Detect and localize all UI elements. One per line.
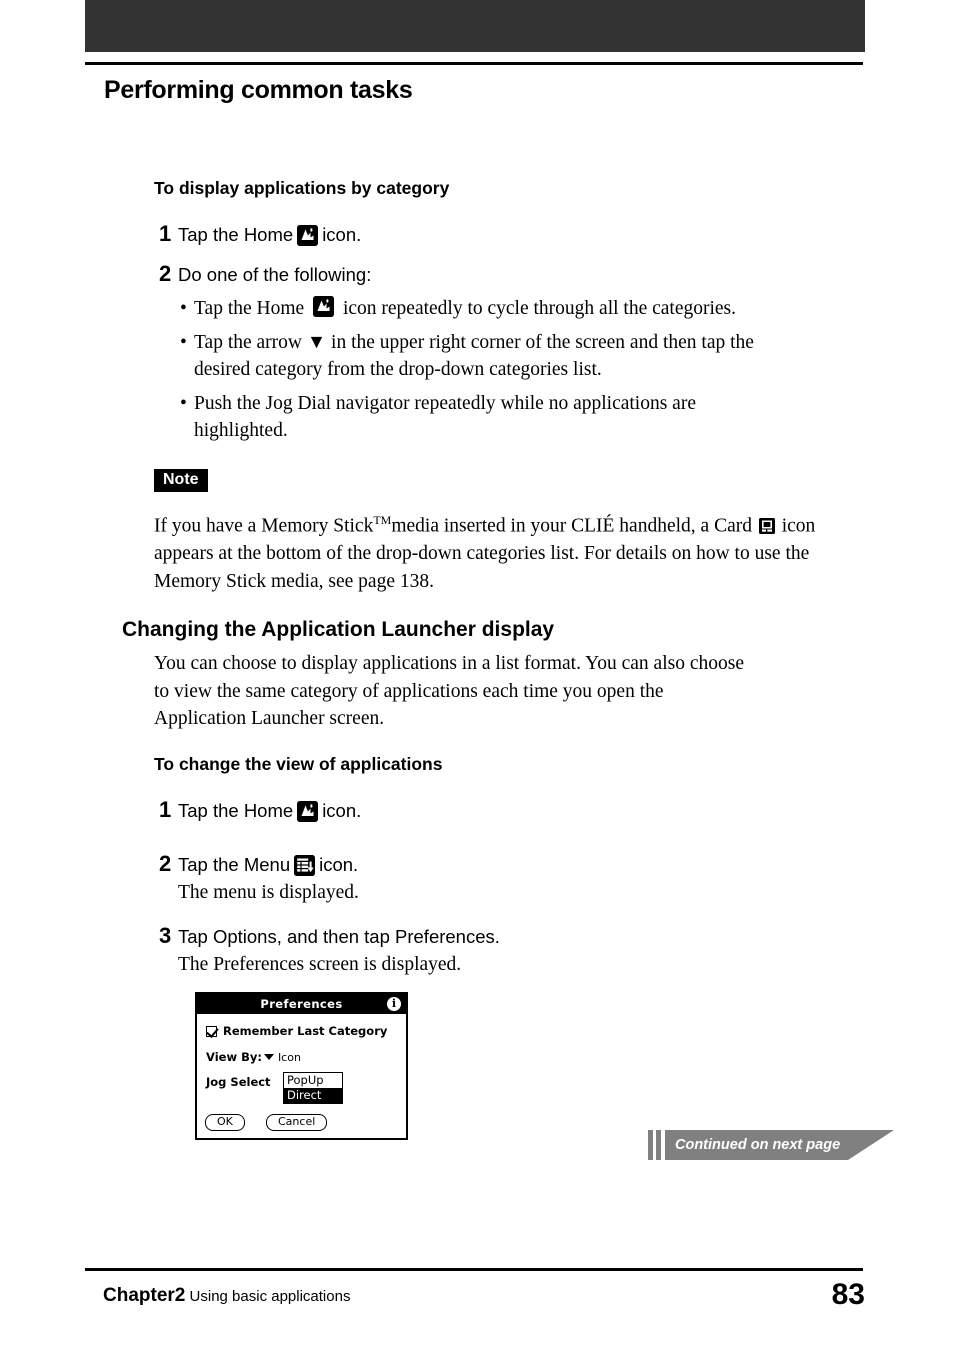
bullet-text-line-1: Push the Jog Dial navigator repeatedly w… bbox=[194, 393, 696, 414]
view-by-label: View By: bbox=[206, 1050, 262, 1064]
home-icon bbox=[297, 224, 319, 246]
home-icon bbox=[313, 296, 335, 317]
chevron-down-icon[interactable] bbox=[263, 1054, 274, 1060]
step-text-after: icon. bbox=[322, 800, 362, 821]
jog-select-row: Jog Select bbox=[206, 1075, 271, 1089]
page-title: Performing common tasks bbox=[104, 76, 413, 104]
step-3-result: The Preferences screen is displayed. bbox=[178, 954, 462, 975]
bullet-item-2: • Tap the arrow ▼ in the upper right cor… bbox=[180, 329, 880, 383]
trademark-symbol: TM bbox=[373, 513, 392, 527]
step-3-change-view: 3 Tap Options, and then tap Preferences. bbox=[159, 923, 500, 949]
step-text-after: icon. bbox=[322, 224, 362, 245]
section2-paragraph: You can choose to display applications i… bbox=[154, 650, 854, 733]
bullet-item-3: • Push the Jog Dial navigator repeatedly… bbox=[180, 390, 880, 444]
bullet-dot: • bbox=[180, 298, 187, 319]
jog-select-label: Jog Select bbox=[206, 1075, 271, 1089]
info-icon[interactable]: i bbox=[387, 997, 401, 1011]
banner-bar-2 bbox=[656, 1130, 661, 1160]
paragraph-line-2: to view the same category of application… bbox=[154, 680, 664, 702]
step-text-before: Tap the Home bbox=[178, 800, 294, 821]
note-body: If you have a Memory StickTMmedia insert… bbox=[154, 507, 854, 595]
subheading-change-view: To change the view of applications bbox=[154, 754, 443, 774]
step-text-before: Tap the Menu bbox=[178, 854, 291, 875]
note-line-3: Memory Stick media, see page 138. bbox=[154, 570, 434, 592]
popup-option-direct[interactable]: Direct bbox=[284, 1088, 342, 1103]
step-2-result: The menu is displayed. bbox=[178, 882, 359, 903]
paragraph-line-3: Application Launcher screen. bbox=[154, 708, 385, 729]
note-label: Note bbox=[154, 469, 208, 492]
continued-on-next-page-banner: Continued on next page bbox=[648, 1130, 895, 1160]
popup-option-popup[interactable]: PopUp bbox=[284, 1073, 342, 1088]
note-line-1b: media inserted in your CLIÉ handheld, a … bbox=[391, 515, 752, 537]
bullet-text-line-1: Tap the arrow ▼ in the upper right corne… bbox=[194, 332, 754, 353]
bullet-dot: • bbox=[180, 393, 187, 414]
view-by-value: Icon bbox=[277, 1050, 301, 1064]
section-heading-changing-launcher: Changing the Application Launcher displa… bbox=[122, 618, 555, 641]
cancel-button[interactable]: Cancel bbox=[266, 1114, 328, 1131]
step-text-before: Tap the Home bbox=[178, 224, 294, 245]
step-number: 2 bbox=[159, 851, 172, 876]
bullet-text-before: Tap the Home bbox=[194, 298, 305, 319]
step-number: 2 bbox=[159, 261, 172, 286]
banner-bar-1 bbox=[648, 1130, 653, 1160]
jog-select-popup-list[interactable]: PopUp Direct bbox=[283, 1072, 343, 1104]
note-line-1c: icon bbox=[781, 515, 816, 537]
header-band bbox=[85, 0, 865, 52]
banner-arrow-icon bbox=[848, 1130, 895, 1160]
preferences-titlebar: Preferences i bbox=[197, 994, 406, 1014]
footer-rule bbox=[85, 1268, 863, 1271]
bullet-text-after: icon repeatedly to cycle through all the… bbox=[342, 298, 737, 319]
remember-last-category-label: Remember Last Category bbox=[223, 1024, 388, 1038]
bullet-dot: • bbox=[180, 332, 187, 353]
step-2-change-view: 2 Tap the Menu icon. bbox=[159, 851, 358, 877]
remember-last-category-row[interactable]: Remember Last Category bbox=[206, 1024, 387, 1038]
note-line-2: appears at the bottom of the drop-down c… bbox=[154, 543, 810, 564]
preferences-screen: Preferences i Remember Last Category Vie… bbox=[195, 992, 408, 1140]
step-number: 3 bbox=[159, 923, 172, 948]
step-text: Tap Options, and then tap Preferences. bbox=[178, 926, 500, 947]
card-icon bbox=[758, 517, 775, 534]
menu-icon bbox=[294, 854, 316, 876]
step-2-display: 2 Do one of the following: bbox=[159, 261, 371, 287]
step-number: 1 bbox=[159, 797, 172, 822]
bullet-text: Tap the Home icon repeatedly to cycle th… bbox=[194, 295, 870, 322]
bullet-item-1: • Tap the Home icon repeatedly to cycle … bbox=[180, 295, 870, 322]
step-number: 1 bbox=[159, 221, 172, 246]
view-by-row[interactable]: View By: Icon bbox=[206, 1050, 301, 1064]
step-1-display: 1 Tap the Home icon. bbox=[159, 221, 361, 247]
ok-button[interactable]: OK bbox=[205, 1114, 245, 1131]
step-text: Tap the Home icon. bbox=[178, 224, 361, 246]
footer-chapter-desc: Using basic applications bbox=[189, 1288, 351, 1305]
banner-text: Continued on next page bbox=[665, 1130, 849, 1160]
bullet-text-line-2: desired category from the drop-down cate… bbox=[194, 359, 602, 380]
step-text: Do one of the following: bbox=[178, 264, 372, 285]
step-1-change-view: 1 Tap the Home icon. bbox=[159, 797, 361, 823]
bullet-text-line-2: highlighted. bbox=[194, 420, 288, 441]
checkbox-checked-icon[interactable] bbox=[206, 1025, 217, 1037]
header-rule bbox=[85, 62, 863, 65]
step-text-after: icon. bbox=[319, 854, 359, 875]
footer-chapter: Chapter2 Using basic applications bbox=[103, 1285, 350, 1307]
paragraph-line-1: You can choose to display applications i… bbox=[154, 653, 744, 674]
step-text: Tap the Home icon. bbox=[178, 800, 361, 822]
step-text: Tap the Menu icon. bbox=[178, 854, 358, 876]
preferences-title: Preferences bbox=[260, 997, 343, 1011]
home-icon bbox=[297, 800, 319, 822]
footer-chapter-number: Chapter2 bbox=[103, 1285, 186, 1306]
page-number: 83 bbox=[831, 1278, 865, 1311]
subheading-display-by-category: To display applications by category bbox=[154, 178, 450, 198]
note-line-1a: If you have a Memory Stick bbox=[154, 515, 374, 537]
